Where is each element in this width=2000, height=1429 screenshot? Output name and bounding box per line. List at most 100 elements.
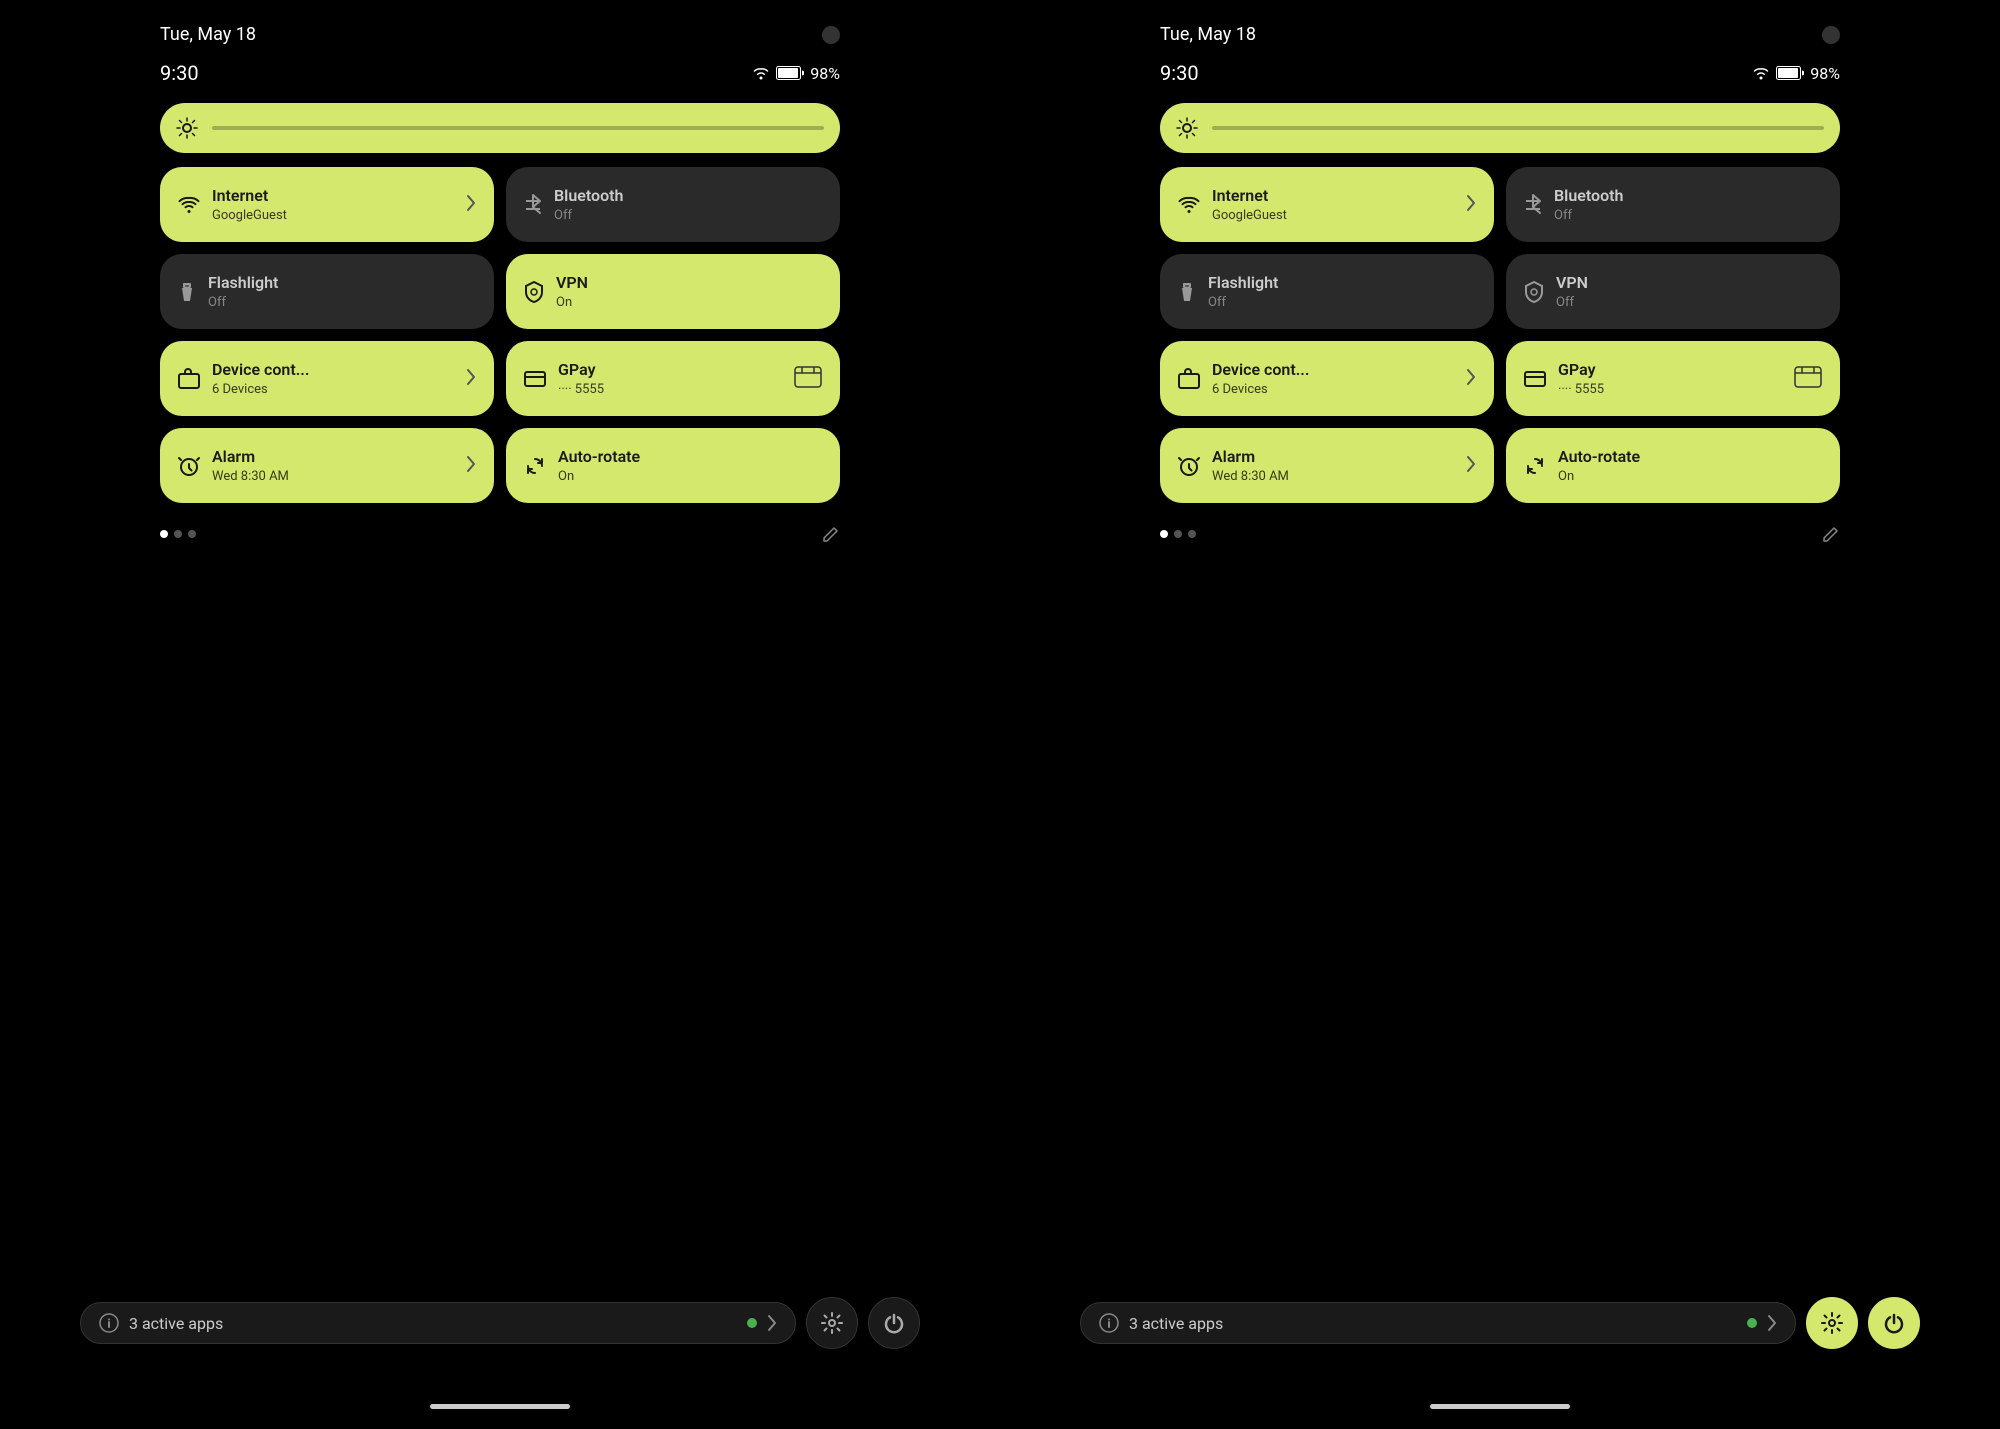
tile-subtitle: Off	[208, 295, 476, 310]
wifi-status-icon	[1752, 66, 1770, 80]
rotate-icon	[524, 455, 546, 477]
dot-2	[174, 530, 182, 538]
apps-chevron	[1767, 1314, 1777, 1332]
settings-button[interactable]	[806, 1297, 858, 1349]
tile-bluetooth[interactable]: Bluetooth Off	[506, 167, 840, 242]
card-icon	[524, 371, 546, 387]
pagination-dots	[160, 530, 196, 538]
tile-gpay[interactable]: GPay ···· 5555	[506, 341, 840, 416]
chevron-icon	[466, 194, 476, 216]
tile-flashlight[interactable]: Flashlight Off	[160, 254, 494, 329]
chevron-icon	[466, 455, 476, 477]
tile-title: VPN	[1556, 273, 1822, 292]
bottom-bar: 3 active apps	[1000, 1297, 2000, 1349]
camera-indicator	[1822, 26, 1840, 44]
dot-1	[160, 530, 168, 538]
tile-device-control[interactable]: Device cont... 6 Devices	[160, 341, 494, 416]
tile-title: Internet	[212, 186, 454, 205]
flashlight-icon	[1178, 281, 1196, 303]
brightness-slider[interactable]	[160, 103, 840, 153]
apps-chevron	[767, 1314, 777, 1332]
power-button[interactable]	[868, 1297, 920, 1349]
tile-subtitle: Wed 8:30 AM	[1212, 469, 1454, 484]
gear-icon	[1821, 1312, 1843, 1334]
tile-title: Flashlight	[208, 273, 476, 292]
tile-internet[interactable]: Internet GoogleGuest	[160, 167, 494, 242]
chevron-icon	[1466, 455, 1476, 477]
pagination-row	[1160, 515, 1840, 563]
alarm-icon	[178, 455, 200, 477]
tile-subtitle: ···· 5555	[558, 382, 782, 397]
tile-vpn[interactable]: VPN Off	[1506, 254, 1840, 329]
status-date: Tue, May 18	[1160, 24, 1256, 45]
tile-bluetooth[interactable]: Bluetooth Off	[1506, 167, 1840, 242]
quick-tiles-grid: Internet GoogleGuest Bluetooth Off	[1160, 167, 1840, 503]
pagination-dots	[1160, 530, 1196, 538]
active-apps-pill[interactable]: 3 active apps	[80, 1302, 796, 1344]
battery-percentage: 98%	[810, 64, 840, 83]
alarm-icon	[1178, 455, 1200, 477]
battery-percentage: 98%	[1810, 64, 1840, 83]
status-icons: 98%	[752, 64, 840, 83]
active-apps-text: 3 active apps	[1129, 1314, 1737, 1333]
tile-vpn[interactable]: VPN On	[506, 254, 840, 329]
wifi-icon	[1178, 196, 1200, 214]
active-apps-text: 3 active apps	[129, 1314, 737, 1333]
info-icon	[1099, 1313, 1119, 1333]
time-row: 9:30 98%	[1160, 53, 1840, 103]
tile-alarm[interactable]: Alarm Wed 8:30 AM	[1160, 428, 1494, 503]
time-display: 9:30	[160, 61, 199, 85]
tile-title: Auto-rotate	[1558, 447, 1822, 466]
vpn-icon	[1524, 281, 1544, 303]
device-icon	[178, 368, 200, 390]
brightness-slider[interactable]	[1160, 103, 1840, 153]
tile-title: GPay	[558, 360, 782, 379]
bottom-bar: 3 active apps	[0, 1297, 1000, 1349]
power-button[interactable]	[1868, 1297, 1920, 1349]
wifi-status-icon	[752, 66, 770, 80]
tile-subtitle: Off	[1208, 295, 1476, 310]
chevron-icon	[1466, 368, 1476, 390]
settings-button[interactable]	[1806, 1297, 1858, 1349]
tile-subtitle: GoogleGuest	[1212, 208, 1454, 223]
quick-tiles-grid: Internet GoogleGuest Bluetooth Off	[160, 167, 840, 503]
tile-subtitle: 6 Devices	[212, 382, 454, 397]
tile-subtitle: Off	[1554, 208, 1822, 223]
active-apps-pill[interactable]: 3 active apps	[1080, 1302, 1796, 1344]
tile-auto-rotate[interactable]: Auto-rotate On	[506, 428, 840, 503]
dot-1	[1160, 530, 1168, 538]
tile-title: Alarm	[212, 447, 454, 466]
tile-internet[interactable]: Internet GoogleGuest	[1160, 167, 1494, 242]
tile-subtitle: ···· 5555	[1558, 382, 1782, 397]
home-bar[interactable]	[1430, 1404, 1570, 1409]
tile-auto-rotate[interactable]: Auto-rotate On	[1506, 428, 1840, 503]
home-bar[interactable]	[430, 1404, 570, 1409]
brightness-track[interactable]	[212, 126, 824, 130]
tile-title: Device cont...	[1212, 360, 1454, 379]
left-phone-panel: Tue, May 18 9:30 98%	[0, 0, 1000, 1429]
tile-flashlight[interactable]: Flashlight Off	[1160, 254, 1494, 329]
active-indicator-dot	[747, 1318, 757, 1328]
tile-device-control[interactable]: Device cont... 6 Devices	[1160, 341, 1494, 416]
tile-title: VPN	[556, 273, 822, 292]
tile-alarm[interactable]: Alarm Wed 8:30 AM	[160, 428, 494, 503]
tile-subtitle: 6 Devices	[1212, 382, 1454, 397]
power-icon	[1883, 1312, 1905, 1334]
status-bar: Tue, May 18	[160, 0, 840, 53]
active-indicator-dot	[1747, 1318, 1757, 1328]
tile-title: Internet	[1212, 186, 1454, 205]
vpn-icon	[524, 281, 544, 303]
tile-gpay[interactable]: GPay ···· 5555	[1506, 341, 1840, 416]
chevron-icon	[466, 368, 476, 390]
power-icon	[883, 1312, 905, 1334]
pagination-row	[160, 515, 840, 563]
edit-button[interactable]	[822, 525, 840, 543]
brightness-track[interactable]	[1212, 126, 1824, 130]
battery-status-icon	[1776, 66, 1804, 80]
card-icon	[1524, 371, 1546, 387]
status-bar: Tue, May 18	[1160, 0, 1840, 53]
tile-title: Alarm	[1212, 447, 1454, 466]
bluetooth-icon	[524, 194, 542, 216]
tile-subtitle: Off	[554, 208, 822, 223]
edit-button[interactable]	[1822, 525, 1840, 543]
